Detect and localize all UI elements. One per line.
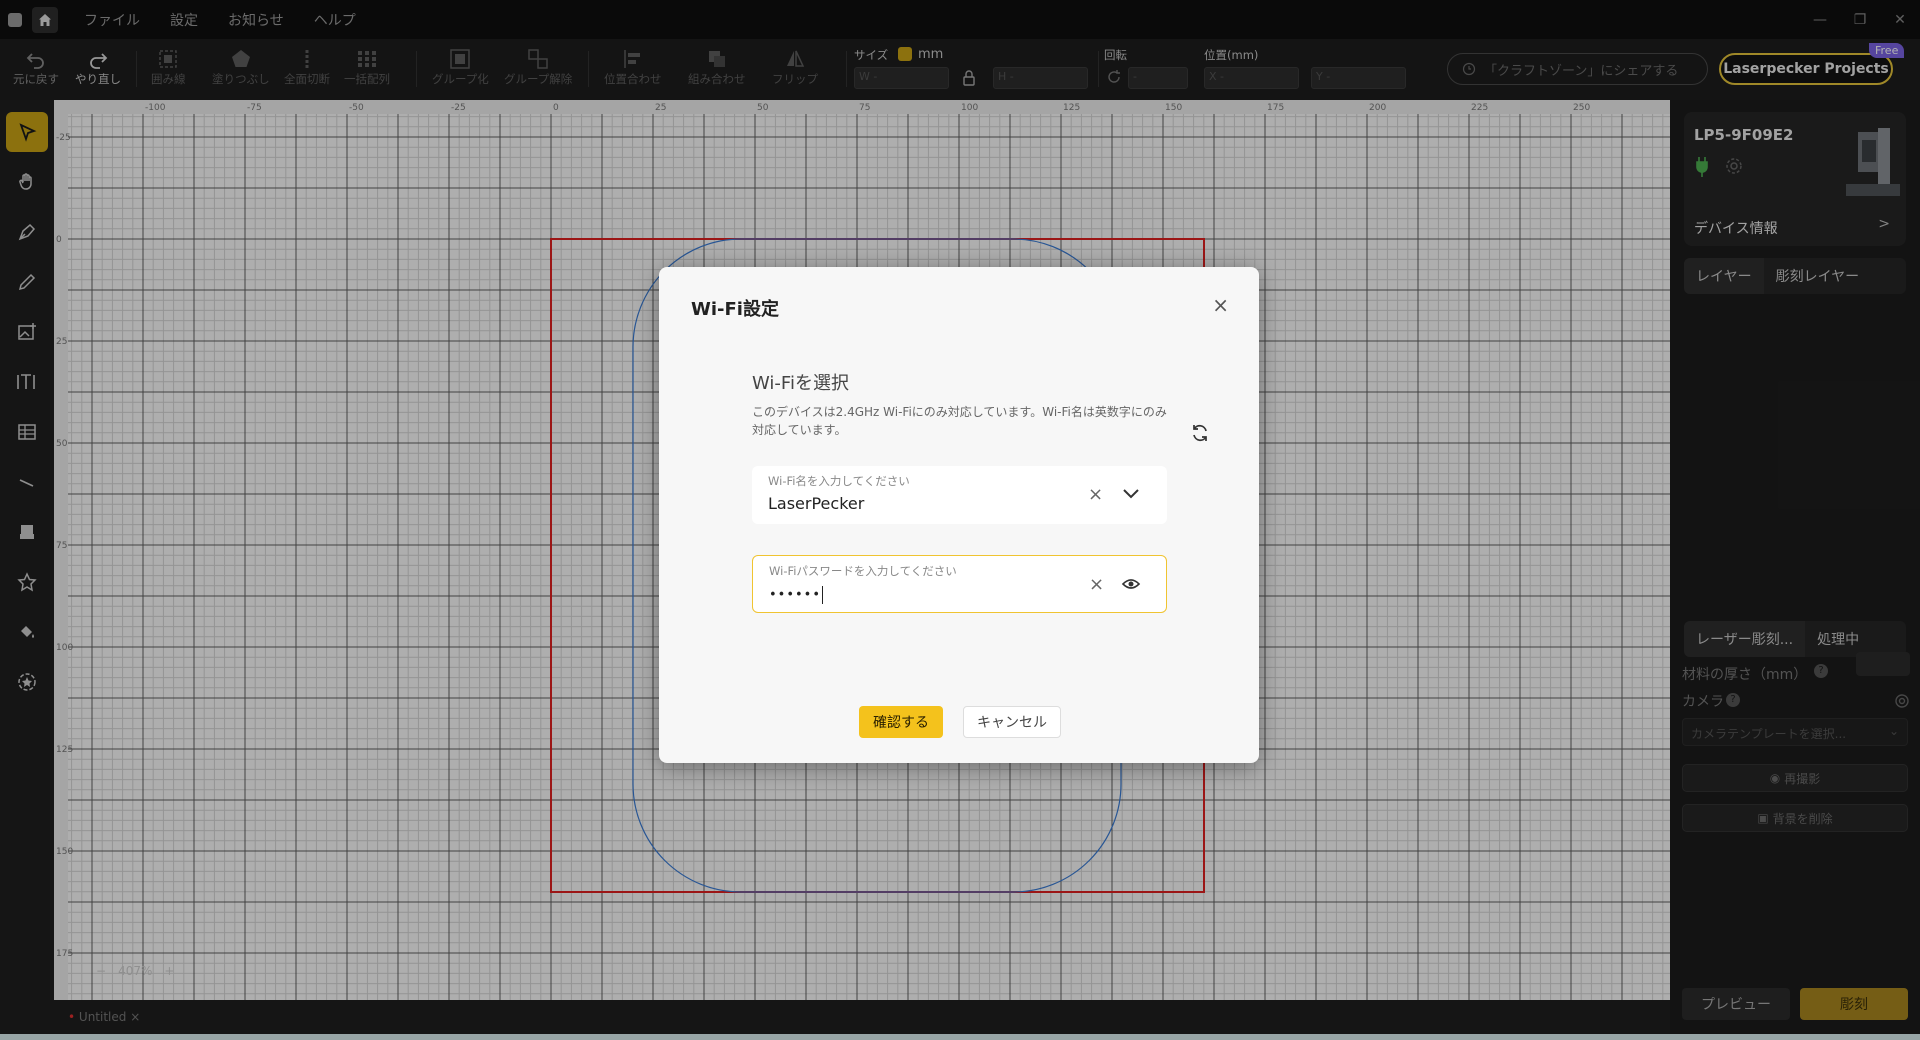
wifi-password-field[interactable]: Wi-Fiパスワードを入力してください •••••• × (752, 555, 1167, 613)
confirm-button[interactable]: 確認する (859, 706, 943, 738)
cancel-button[interactable]: キャンセル (963, 706, 1061, 738)
text-caret (822, 586, 824, 604)
clear-ssid-icon[interactable]: × (1088, 484, 1103, 505)
ssid-label: Wi-Fi名を入力してください (768, 474, 910, 488)
password-input[interactable]: •••••• (769, 588, 821, 603)
ssid-dropdown-chevron-icon[interactable] (1120, 482, 1142, 508)
wifi-select-heading: Wi-Fiを選択 (752, 373, 849, 394)
wifi-settings-dialog: Wi-Fi設定 × Wi-Fiを選択 このデバイスは2.4GHz Wi-Fiにの… (659, 267, 1259, 763)
close-dialog-button[interactable]: × (1212, 295, 1229, 315)
clear-password-icon[interactable]: × (1089, 574, 1104, 595)
laserpecker-app: ファイル 設定 お知らせ ヘルプ — ❐ ✕ 元に戻す やり直し 囲み線 塗りつ… (0, 0, 1920, 1040)
zoom-in-button[interactable]: + (164, 964, 174, 978)
zoom-out-button[interactable]: − (96, 964, 106, 978)
wifi-ssid-field[interactable]: Wi-Fi名を入力してください LaserPecker × (752, 466, 1167, 524)
zoom-control: − 407% + (96, 964, 174, 978)
wifi-description: このデバイスは2.4GHz Wi-Fiにのみ対応しています。Wi-Fi名は英数字… (752, 405, 1167, 437)
show-password-eye-icon[interactable] (1121, 574, 1141, 598)
zoom-level: 407% (118, 964, 153, 978)
dialog-title: Wi-Fi設定 (691, 299, 779, 320)
ssid-input[interactable]: LaserPecker (768, 494, 864, 513)
password-value-wrap: •••••• (769, 586, 824, 604)
refresh-wifi-icon[interactable] (1190, 423, 1210, 447)
password-label: Wi-Fiパスワードを入力してください (769, 564, 957, 578)
